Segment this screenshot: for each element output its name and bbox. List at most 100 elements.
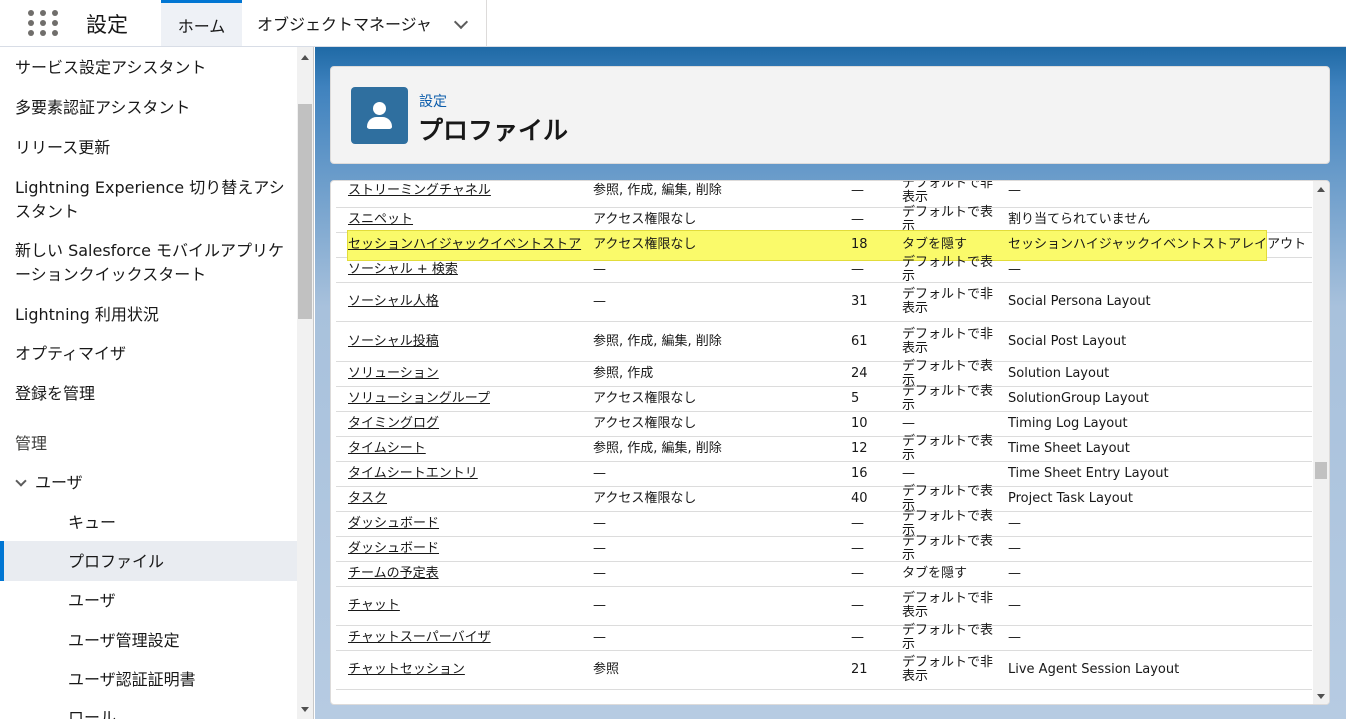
object-name-link[interactable]: ソーシャル + 検索	[348, 263, 458, 277]
object-name-link-cell: チャットスーパーバイザ	[348, 626, 588, 650]
sidebar-item-queues[interactable]: キュー	[68, 511, 116, 535]
sidebar-group-users-label: ユーザ	[35, 473, 83, 492]
tab-visibility-cell: デフォルトで表示	[902, 485, 998, 513]
sidebar-item-users[interactable]: ユーザ	[68, 589, 116, 613]
scroll-down-arrow-icon[interactable]	[1317, 694, 1325, 699]
scroll-up-arrow-icon[interactable]	[301, 55, 309, 60]
sidebar-item-profiles[interactable]: プロファイル	[68, 550, 164, 574]
object-name-link[interactable]: スニペット	[348, 213, 413, 227]
object-name-link[interactable]: ストリーミングチャネル	[348, 184, 491, 198]
page-layout: Live Agent Session Layout	[1008, 662, 1180, 677]
sidebar-item-user-certificates[interactable]: ユーザ認証証明書	[68, 668, 196, 692]
object-permissions: 参照	[593, 662, 620, 677]
tab-visibility: —	[902, 416, 915, 431]
object-permissions-cell: 参照, 作成	[593, 362, 843, 386]
object-name-link-cell: セッションハイジャックイベントストア	[348, 233, 588, 257]
table-row: ソーシャル人格 — 31 デフォルトで非表示 Social Persona Layout	[336, 283, 1312, 322]
user-profile-icon	[351, 87, 408, 144]
tab-settings-table-card: ストリーミングチャネル 参照, 作成, 編集, 削除 — デフォルトで非表示 — スニペッ…	[330, 180, 1330, 705]
table-scrollbar[interactable]	[1313, 181, 1329, 704]
scroll-up-arrow-icon[interactable]	[1317, 187, 1325, 192]
sidebar-item-manage-subscriptions[interactable]: 登録を管理	[15, 382, 95, 406]
sidebar-scrollbar-thumb[interactable]	[298, 104, 312, 319]
object-count: —	[851, 183, 864, 198]
object-permissions: 参照, 作成, 編集, 削除	[593, 333, 722, 349]
object-count: —	[851, 212, 864, 227]
table-scrollbar-thumb[interactable]	[1315, 462, 1327, 479]
object-name-link[interactable]: タイミングログ	[348, 417, 439, 431]
object-permissions: アクセス権限なし	[593, 416, 697, 431]
tab-visibility-cell: —	[902, 462, 998, 486]
object-name-link[interactable]: ソリューション	[348, 367, 439, 381]
object-count-cell: —	[851, 512, 891, 536]
sidebar-scrollbar[interactable]	[297, 47, 313, 719]
sidebar-item-release-updates[interactable]: リリース更新	[15, 136, 110, 160]
object-permissions: —	[593, 630, 606, 645]
sidebar-item-optimizer[interactable]: オプティマイザ	[15, 342, 126, 366]
table-row: ダッシュボード — — デフォルトで表示 —	[336, 510, 1312, 538]
sidebar-item-mobile-app-quickstart[interactable]: 新しい Salesforce モバイルアプリケーションクイックスタート	[15, 239, 295, 287]
page-layout-cell: —	[1008, 258, 1308, 282]
object-count: 21	[851, 662, 868, 677]
tab-visibility-cell: デフォルトで非表示	[902, 587, 998, 625]
page-layout-cell: —	[1008, 562, 1308, 586]
tab-visibility-cell: —	[902, 412, 998, 436]
object-name-link[interactable]: ダッシュボード	[348, 542, 439, 556]
app-launcher-grid-icon[interactable]	[28, 10, 58, 37]
object-permissions: アクセス権限なし	[593, 391, 697, 406]
object-permissions: —	[593, 516, 606, 531]
setup-sidebar: サービス設定アシスタント 多要素認証アシスタント リリース更新 Lightnin…	[0, 47, 314, 719]
page-layout: Project Task Layout	[1008, 491, 1133, 506]
tab-visibility-cell: デフォルトで表示	[902, 624, 998, 652]
object-count: 40	[851, 491, 868, 506]
sidebar-item-roles[interactable]: ロール	[68, 706, 116, 719]
tab-object-manager[interactable]: オブジェクトマネージャ	[243, 0, 487, 46]
object-name-link[interactable]: タスク	[348, 492, 387, 506]
page-layout-cell: —	[1008, 181, 1308, 207]
tab-visibility: デフォルトで表示	[902, 255, 994, 284]
chevron-down-icon[interactable]	[453, 14, 469, 30]
page-layout-cell: SolutionGroup Layout	[1008, 387, 1308, 411]
object-name-link[interactable]: チャットセッション	[348, 663, 465, 677]
object-name-link[interactable]: ソーシャル投稿	[348, 334, 439, 349]
object-name-link[interactable]: ソリューショングループ	[348, 392, 490, 406]
page-layout: —	[1008, 516, 1021, 531]
tab-visibility: デフォルトで表示	[902, 434, 994, 463]
object-name-link-cell: ソーシャル投稿	[348, 322, 588, 361]
object-name-link[interactable]: ダッシュボード	[348, 517, 439, 531]
object-name-link[interactable]: タイムシート	[348, 442, 426, 456]
object-permissions: 参照, 作成, 編集, 削除	[593, 441, 722, 456]
tab-visibility-cell: デフォルトで表示	[902, 535, 998, 563]
object-name-link[interactable]: チャットスーパーバイザ	[348, 631, 491, 645]
object-count-cell: 24	[851, 362, 891, 386]
object-name-link[interactable]: タイムシートエントリ	[348, 467, 478, 481]
tab-visibility-cell: デフォルトで表示	[902, 360, 998, 388]
page-layout-cell: Live Agent Session Layout	[1008, 651, 1308, 689]
sidebar-item-mfa-assistant[interactable]: 多要素認証アシスタント	[15, 96, 190, 120]
page-layout-cell: Solution Layout	[1008, 362, 1308, 386]
tab-visibility-cell: デフォルトで表示	[902, 510, 998, 538]
object-permissions-cell: —	[593, 562, 843, 586]
sidebar-section-administration: 管理	[15, 434, 48, 453]
scroll-down-arrow-icon[interactable]	[301, 707, 309, 712]
object-permissions-cell: 参照, 作成, 編集, 削除	[593, 181, 843, 207]
sidebar-item-lightning-usage[interactable]: Lightning 利用状況	[15, 303, 159, 327]
breadcrumb[interactable]: 設定	[419, 91, 447, 111]
page-layout: 割り当てられていません	[1008, 212, 1151, 227]
object-name-link[interactable]: チームの予定表	[348, 567, 439, 581]
object-permissions-cell: 参照	[593, 651, 843, 689]
sidebar-group-users[interactable]: ユーザ	[13, 471, 83, 495]
object-name-link[interactable]: セッションハイジャックイベントストア	[348, 238, 581, 252]
object-permissions: —	[593, 466, 606, 481]
tab-visibility: タブを隠す	[902, 237, 968, 252]
page-layout-cell: Project Task Layout	[1008, 487, 1308, 511]
object-count: —	[851, 598, 864, 613]
tab-home[interactable]: ホーム	[161, 0, 242, 46]
chevron-down-icon	[15, 475, 27, 487]
sidebar-item-lightning-transition-assistant[interactable]: Lightning Experience 切り替えアシスタント	[15, 176, 295, 224]
object-name-link[interactable]: チャット	[348, 599, 400, 613]
sidebar-item-service-setup-assistant[interactable]: サービス設定アシスタント	[15, 56, 206, 80]
page-layout-cell: Social Persona Layout	[1008, 283, 1308, 321]
sidebar-item-user-management-settings[interactable]: ユーザ管理設定	[68, 629, 180, 653]
object-name-link[interactable]: ソーシャル人格	[348, 295, 439, 309]
